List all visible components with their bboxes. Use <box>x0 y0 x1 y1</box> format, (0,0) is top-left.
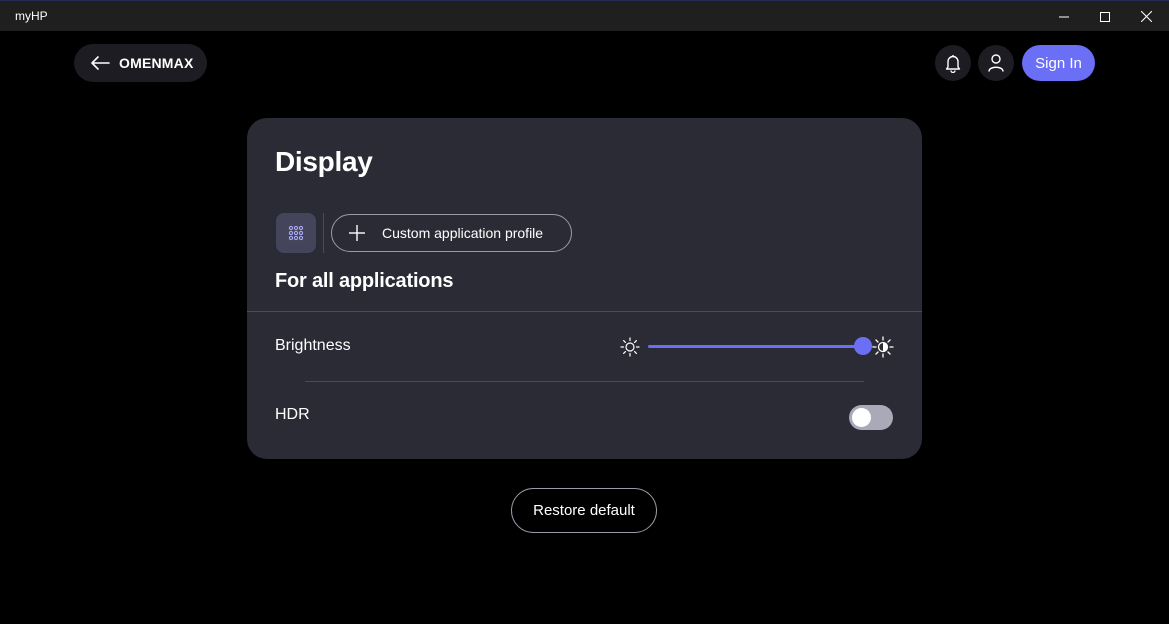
row-divider <box>305 381 864 382</box>
hdr-toggle-knob <box>852 408 871 427</box>
section-title: For all applications <box>275 270 454 292</box>
minimize-icon <box>1059 16 1069 17</box>
section-divider <box>247 311 922 312</box>
back-button[interactable]: OMENMAX <box>74 44 207 82</box>
window-title: myHP <box>15 9 48 23</box>
custom-profile-button[interactable]: Custom application profile <box>331 214 572 252</box>
brightness-slider[interactable] <box>648 334 874 358</box>
page-title: Display <box>275 146 373 177</box>
all-apps-button[interactable] <box>276 213 316 253</box>
maximize-button[interactable] <box>1082 1 1128 32</box>
maximize-icon <box>1100 11 1110 22</box>
sun-high-icon <box>872 336 894 358</box>
minimize-button[interactable] <box>1041 1 1087 32</box>
user-icon <box>988 54 1004 72</box>
brightness-label: Brightness <box>275 337 351 354</box>
custom-profile-label: Custom application profile <box>382 225 544 241</box>
sign-in-button[interactable]: Sign In <box>1022 45 1095 81</box>
window-titlebar: myHP <box>0 0 1169 31</box>
plus-icon <box>349 225 365 241</box>
sun-low-icon <box>620 337 640 357</box>
arrow-left-icon <box>91 56 110 70</box>
restore-default-button[interactable]: Restore default <box>511 488 657 533</box>
grid-icon <box>288 225 304 241</box>
display-card: Display Custom application profile For a… <box>247 118 922 459</box>
close-icon <box>1140 11 1152 22</box>
account-button[interactable] <box>978 45 1014 81</box>
hdr-toggle[interactable] <box>849 405 893 430</box>
close-button[interactable] <box>1123 1 1169 32</box>
toolbar-divider <box>323 213 324 253</box>
bell-icon <box>945 55 961 73</box>
notifications-button[interactable] <box>935 45 971 81</box>
brightness-slider-fill <box>648 345 863 348</box>
hdr-label: HDR <box>275 406 310 423</box>
brightness-slider-thumb[interactable] <box>853 337 872 355</box>
device-name: OMENMAX <box>119 55 194 71</box>
